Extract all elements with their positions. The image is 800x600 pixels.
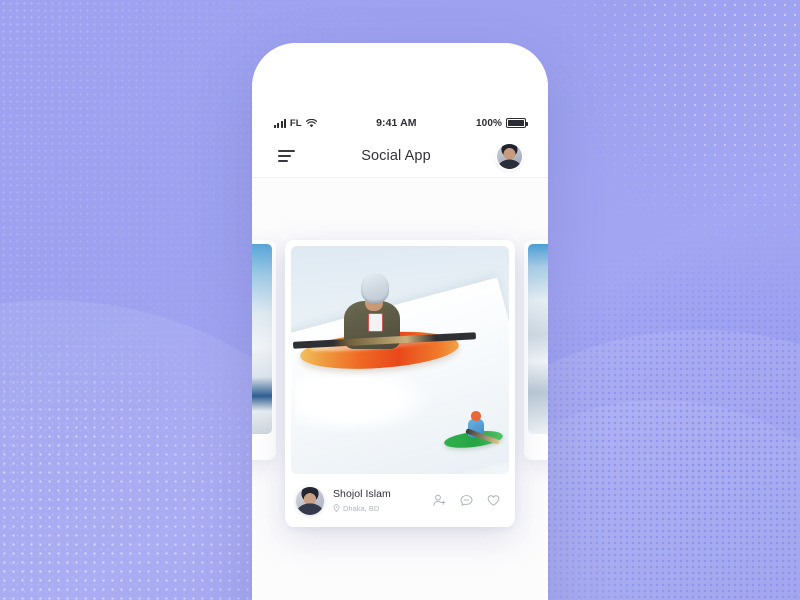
snow-photo-thumb [528, 244, 548, 434]
user-avatar-icon [497, 143, 522, 169]
feed-card-footer: Shojol Islam Dhaka, BD [285, 474, 515, 527]
location-pin-icon [333, 504, 340, 513]
battery-percent-label: 100% [476, 117, 502, 129]
heart-icon[interactable] [486, 493, 501, 508]
comment-bubble-icon[interactable] [459, 493, 474, 508]
post-actions [432, 493, 503, 508]
signal-bars-icon [274, 118, 286, 128]
feed-container[interactable]: Shojol Islam Dhaka, BD [252, 178, 548, 600]
post-author-meta: Shojol Islam Dhaka, BD [333, 488, 423, 512]
snow-kayaking-photo[interactable] [291, 246, 509, 474]
user-avatar-icon [296, 486, 324, 515]
phone-screen: FL 9:41 AM 100% Social App Shojol Islam … [252, 43, 548, 600]
post-author-name: Shojol Islam [333, 488, 391, 501]
snow-photo-thumb [252, 244, 272, 434]
phone-mockup: FL 9:41 AM 100% Social App Shojol Islam … [252, 43, 548, 600]
post-location-label: Dhaka, BD [343, 503, 380, 513]
page-title: Social App [361, 148, 431, 164]
feed-card[interactable]: Shojol Islam Dhaka, BD [285, 240, 515, 527]
photo-scene [291, 246, 509, 474]
status-bar-left: FL [274, 118, 317, 129]
hamburger-menu-icon[interactable] [278, 149, 295, 163]
status-bar-time: 9:41 AM [376, 117, 417, 129]
carrier-label: FL [289, 117, 302, 129]
kayaker-primary [339, 273, 404, 350]
peek-card-left[interactable] [252, 240, 276, 460]
wifi-icon [305, 118, 317, 127]
status-bar-right: 100% [476, 117, 528, 129]
battery-full-icon [505, 118, 528, 128]
peek-card-right[interactable] [524, 240, 548, 460]
app-bar: Social App [252, 135, 548, 177]
header-user-avatar[interactable] [497, 143, 522, 169]
post-author-avatar[interactable] [296, 486, 324, 515]
screenshot-stage: FL 9:41 AM 100% Social App Shojol Islam … [0, 0, 800, 600]
add-person-icon[interactable] [432, 493, 447, 508]
feed-bottom-fade [252, 561, 548, 600]
post-location: Dhaka, BD [333, 504, 423, 513]
status-bar: FL 9:41 AM 100% [252, 114, 548, 132]
